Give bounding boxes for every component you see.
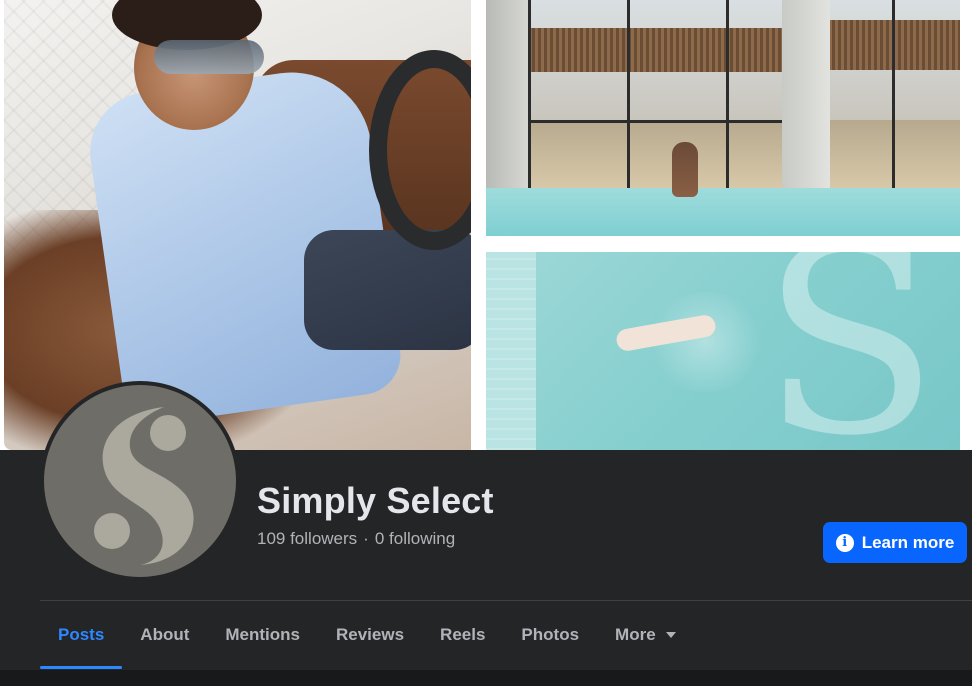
tab-posts[interactable]: Posts	[40, 601, 123, 669]
learn-more-label: Learn more	[861, 532, 955, 552]
window-frame	[528, 120, 782, 123]
page-stats: 109 followers · 0 following	[257, 529, 455, 549]
tab-label: More	[615, 625, 656, 644]
tab-label: Posts	[58, 625, 105, 644]
tab-label: Reviews	[336, 625, 405, 644]
tab-more[interactable]: More	[597, 601, 694, 669]
tab-photos[interactable]: Photos	[503, 601, 597, 669]
person-in-pool	[672, 142, 698, 197]
brand-watermark: S	[761, 252, 940, 450]
avatar-logo	[44, 385, 236, 577]
tab-reels[interactable]: Reels	[422, 601, 503, 669]
tab-about[interactable]: About	[122, 601, 207, 669]
sunglasses	[154, 40, 264, 74]
cover-image-driver[interactable]	[4, 0, 471, 450]
followers-count[interactable]: 109 followers	[257, 529, 357, 549]
tab-label: Mentions	[225, 625, 300, 644]
info-icon: i	[835, 533, 854, 552]
brand-s-logo-icon	[94, 407, 194, 565]
window-frame	[528, 0, 782, 190]
following-count[interactable]: 0 following	[375, 529, 455, 549]
profile-avatar[interactable]	[40, 381, 240, 581]
concrete-pillar	[486, 0, 528, 210]
caret-down-icon	[665, 632, 676, 638]
stats-separator: ·	[363, 529, 369, 548]
cover-image-pool-view[interactable]	[486, 0, 960, 236]
tab-label: Photos	[521, 625, 580, 644]
indoor-pool	[486, 188, 960, 236]
concrete-pillar	[782, 0, 830, 200]
profile-tabs: Posts About Mentions Reviews Reels Photo…	[40, 601, 694, 669]
tab-mentions[interactable]: Mentions	[207, 601, 318, 669]
feed-area-edge	[0, 670, 972, 686]
cover-image-swimmer[interactable]: S	[486, 252, 960, 450]
page-title: Simply Select	[257, 480, 494, 521]
learn-more-button[interactable]: i Learn more	[823, 522, 967, 563]
tab-label: Reels	[440, 625, 486, 644]
tab-reviews[interactable]: Reviews	[318, 601, 422, 669]
tab-label: About	[140, 625, 190, 644]
pool-tiles	[486, 252, 536, 450]
window-frame	[892, 0, 895, 210]
